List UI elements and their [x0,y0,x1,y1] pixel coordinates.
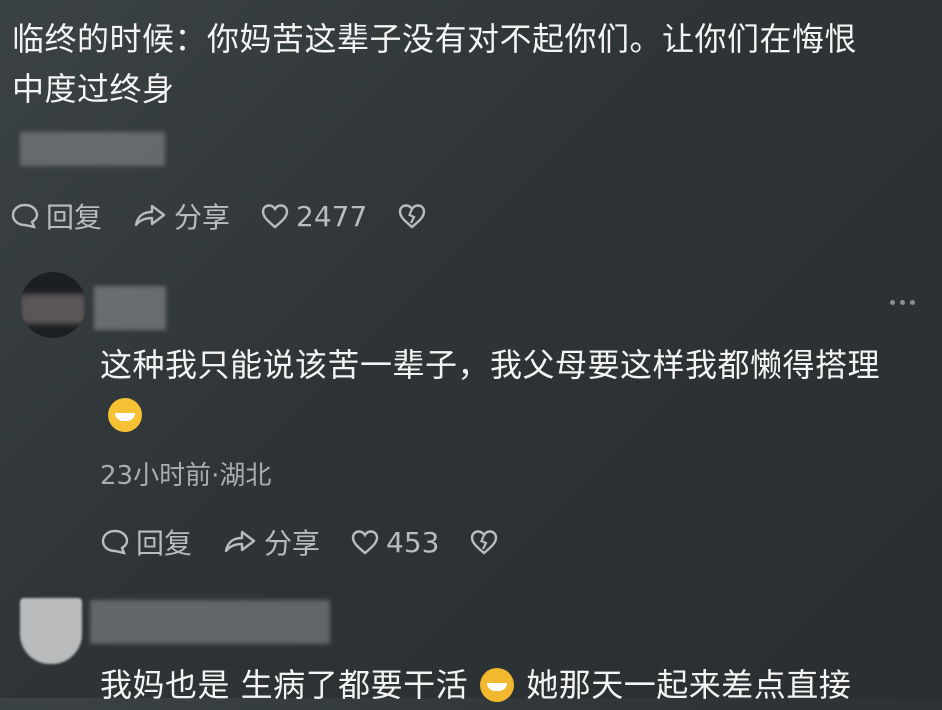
share-arrow-icon [224,530,256,553]
comment-1-text-line-2: 中度过终身 [12,70,175,108]
comment-bubble-icon [101,529,129,555]
like-count: 2477 [296,199,368,233]
blurred-username [94,286,166,330]
comment-3-text-part-2: 她那天一起来差点直接 [526,666,852,704]
reply-button[interactable]: 回复 [100,522,192,562]
comment-2-meta: 23小时前·湖北 [100,461,272,491]
comment-3-text-part-1: 我妈也是 生病了都要干活 [100,666,469,704]
more-options-button[interactable] [890,300,915,305]
heart-icon [261,204,289,229]
reply-label: 回复 [46,201,103,234]
comment-1-text-line-1: 临终的时候：你妈苦这辈子没有对不起你们。让你们在悔恨 [12,20,858,58]
blurred-username [90,600,330,644]
grinning-sweat-emoji-icon [108,398,142,432]
avatar[interactable] [20,598,82,664]
like-count: 453 [386,525,440,559]
crying-emoji-icon [480,668,515,702]
comment-2-actions: 回复 分享 453 [100,522,535,562]
blurred-username [20,132,165,166]
share-button[interactable]: 分享 [132,196,230,236]
broken-heart-icon [471,530,498,555]
comment-1-actions: 回复 分享 2477 [10,196,463,236]
broken-heart-icon [399,204,426,229]
heart-icon [351,530,379,555]
dislike-button[interactable] [397,201,433,231]
share-button[interactable]: 分享 [222,522,320,562]
share-label: 分享 [264,527,321,560]
like-button[interactable]: 2477 [260,200,367,233]
avatar[interactable] [20,272,86,338]
comment-2-text: 这种我只能说该苦一辈子，我父母要这样我都懒得搭理 [100,346,881,384]
more-dots-icon [890,300,915,305]
share-arrow-icon [134,204,166,227]
reply-label: 回复 [136,527,193,560]
reply-button[interactable]: 回复 [10,196,102,236]
dislike-button[interactable] [469,527,505,557]
like-button[interactable]: 453 [350,526,439,559]
comment-bubble-icon [11,203,39,229]
comment-3-text: 我妈也是 生病了都要干活 她那天一起来差点直接 [100,660,851,710]
share-label: 分享 [174,201,231,234]
